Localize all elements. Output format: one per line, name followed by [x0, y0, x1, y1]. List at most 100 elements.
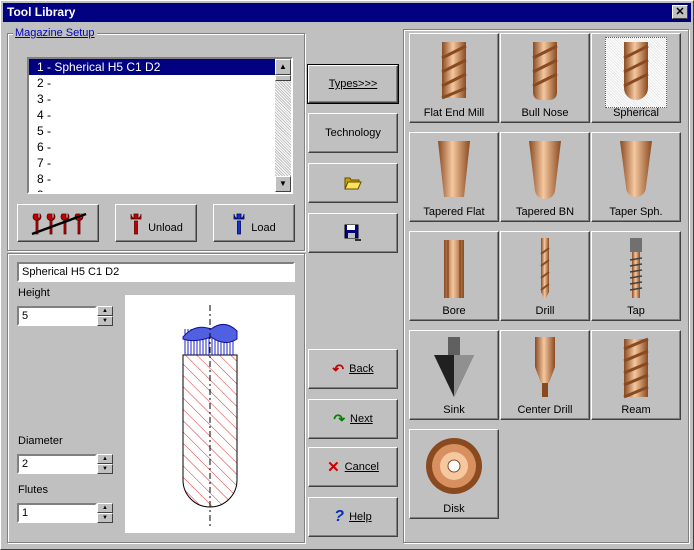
flutes-label: Flutes	[18, 484, 48, 496]
close-button[interactable]: ✕	[672, 5, 688, 19]
cancel-x-icon: ✕	[327, 459, 340, 476]
next-arrow-icon: ↷	[333, 410, 346, 427]
tapered-bn-icon	[529, 140, 561, 199]
types-label: Types>>>	[328, 78, 378, 90]
flutes-input[interactable]: 1	[17, 503, 97, 523]
window-title: Tool Library	[7, 5, 76, 19]
clear-magazine-button[interactable]	[17, 204, 99, 242]
cancel-button[interactable]: ✕ Cancel	[308, 447, 398, 487]
magazine-list-item[interactable]: 5 -	[29, 123, 291, 139]
magazine-list-item[interactable]: 7 -	[29, 155, 291, 171]
load-label: Load	[251, 222, 276, 234]
magazine-list-item[interactable]: 2 -	[29, 75, 291, 91]
help-button[interactable]: ? Help	[308, 497, 398, 537]
tool-type-tap[interactable]: Tap	[591, 231, 681, 321]
tool-type-label: Disk	[443, 503, 465, 515]
tool-type-image	[501, 137, 589, 205]
tool-type-bull-nose[interactable]: Bull Nose	[500, 33, 590, 123]
save-button[interactable]	[308, 213, 398, 253]
back-arrow-icon: ↶	[332, 360, 345, 377]
tool-type-image	[501, 236, 589, 304]
types-button[interactable]: Types>>>	[307, 64, 399, 104]
tool-type-drill[interactable]: Drill	[500, 231, 590, 321]
tool-type-spherical[interactable]: Spherical	[591, 33, 681, 123]
tool-type-image	[592, 236, 680, 304]
height-input[interactable]: 5	[17, 306, 97, 326]
tool-type-flat-end-mill[interactable]: Flat End Mill	[409, 33, 499, 123]
help-label: Help	[349, 511, 372, 523]
taper-sph-icon	[620, 140, 652, 197]
diameter-label: Diameter	[18, 435, 63, 447]
tool-type-image	[410, 236, 498, 304]
magazine-list-item[interactable]: 9 -	[29, 187, 291, 192]
spherical-tool-drawing	[182, 305, 238, 527]
unload-button[interactable]: Unload	[115, 204, 197, 242]
title-bar: Tool Library ✕	[3, 3, 691, 22]
scroll-thumb[interactable]	[275, 75, 291, 81]
tool-type-label: Center Drill	[517, 404, 573, 416]
tool-type-label: Bull Nose	[521, 107, 569, 119]
tool-type-taper-sph[interactable]: Taper Sph.	[591, 132, 681, 222]
magazine-list[interactable]: 1 - Spherical H5 C1 D2 2 -3 -4 -5 -6 -7 -…	[27, 57, 293, 194]
back-button[interactable]: ↶ Back	[308, 349, 398, 389]
tool-type-ream[interactable]: Ream	[591, 330, 681, 420]
tap-icon	[629, 237, 643, 298]
cancel-label: Cancel	[344, 461, 379, 473]
tool-type-label: Tapered BN	[515, 206, 575, 218]
wrenches-crossed-icon	[31, 212, 87, 236]
scroll-up-button[interactable]: ▲	[275, 59, 291, 75]
center-drill-icon	[535, 336, 555, 397]
blue-wrench-icon	[233, 213, 245, 235]
magazine-list-item[interactable]: 6 -	[29, 139, 291, 155]
back-label: Back	[349, 363, 374, 375]
magazine-list-item[interactable]: 4 -	[29, 107, 291, 123]
tool-type-tapered-flat[interactable]: Tapered Flat	[409, 132, 499, 222]
magazine-list-item[interactable]: 1 - Spherical H5 C1 D2	[29, 59, 291, 75]
ream-icon	[623, 337, 649, 398]
tapered-flat-icon	[438, 140, 470, 197]
spherical-icon	[623, 41, 649, 100]
next-label: Next	[350, 413, 373, 425]
tool-type-label: Sink	[443, 404, 465, 416]
technology-button[interactable]: Technology	[308, 113, 398, 153]
tool-type-label: Flat End Mill	[423, 107, 485, 119]
load-button[interactable]: Load	[213, 204, 295, 242]
tool-type-tapered-bn[interactable]: Tapered BN	[500, 132, 590, 222]
scroll-down-button[interactable]: ▼	[275, 176, 291, 192]
tool-type-image	[501, 38, 589, 106]
tool-type-image	[592, 335, 680, 403]
bull-nose-icon	[532, 41, 558, 100]
diameter-spinner[interactable]: ▲ ▼	[97, 454, 113, 474]
tool-type-label: Ream	[621, 404, 651, 416]
red-wrench-icon	[130, 213, 142, 235]
magazine-list-item[interactable]: 3 -	[29, 91, 291, 107]
tool-type-disk[interactable]: Disk	[409, 429, 499, 519]
next-button[interactable]: ↷ Next	[308, 399, 398, 439]
tool-type-label: Bore	[442, 305, 466, 317]
disk-icon	[426, 437, 482, 494]
height-spinner[interactable]: ▲ ▼	[97, 306, 113, 326]
tool-type-label: Tapered Flat	[423, 206, 485, 218]
unload-label: Unload	[148, 222, 183, 234]
tool-type-center-drill[interactable]: Center Drill	[500, 330, 590, 420]
magazine-scrollbar[interactable]: ▲ ▼	[275, 59, 291, 192]
technology-label: Technology	[325, 127, 381, 139]
tool-type-sink[interactable]: Sink	[409, 330, 499, 420]
tool-type-image	[410, 434, 498, 502]
floppy-save-icon	[344, 224, 361, 241]
flutes-spinner[interactable]: ▲ ▼	[97, 503, 113, 523]
tool-preview	[125, 295, 295, 533]
diameter-input[interactable]: 2	[17, 454, 97, 474]
sink-icon	[434, 336, 474, 397]
magazine-list-item[interactable]: 8 -	[29, 171, 291, 187]
tool-type-image	[410, 335, 498, 403]
open-button[interactable]	[308, 163, 398, 203]
tool-name-field[interactable]: Spherical H5 C1 D2	[17, 262, 295, 282]
folder-open-icon	[344, 177, 362, 190]
tool-type-label: Taper Sph.	[609, 206, 663, 218]
magazine-setup-label[interactable]: Magazine Setup	[13, 27, 97, 39]
tool-type-image	[592, 36, 680, 108]
tool-type-bore[interactable]: Bore	[409, 231, 499, 321]
tool-type-image	[410, 38, 498, 106]
tool-type-label: Spherical	[613, 107, 659, 119]
